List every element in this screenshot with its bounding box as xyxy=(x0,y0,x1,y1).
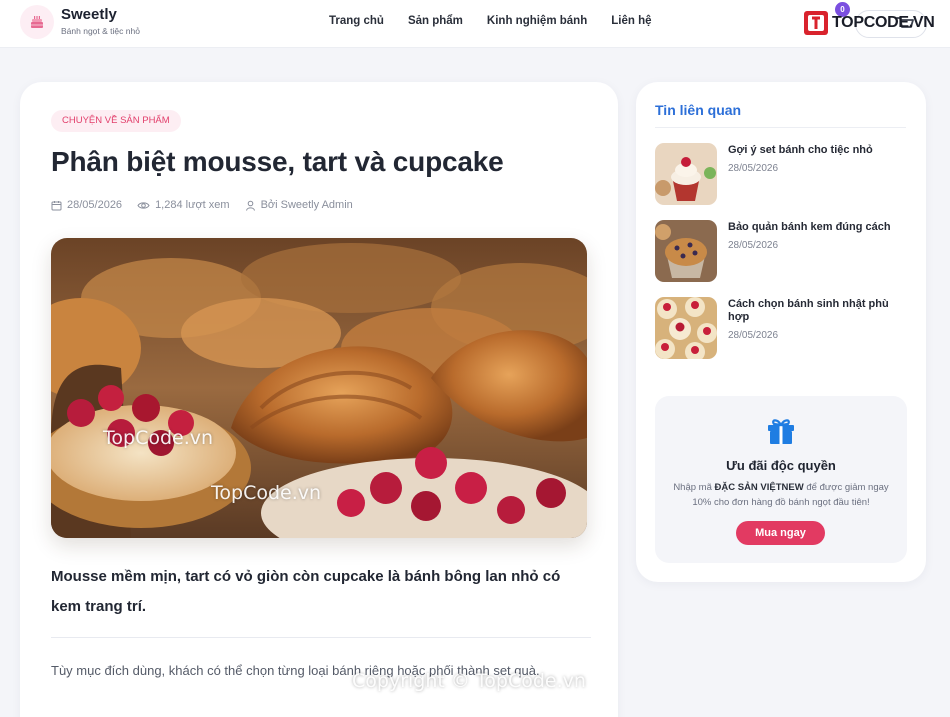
eye-icon xyxy=(137,201,150,209)
brand-tagline: Bánh ngọt & tiệc nhỏ xyxy=(61,26,140,36)
mini-tarts-photo xyxy=(655,297,717,359)
related-item[interactable]: Gợi ý set bánh cho tiệc nhỏ 28/05/2026 xyxy=(655,143,910,205)
related-item[interactable]: Bảo quản bánh kem đúng cách 28/05/2026 xyxy=(655,220,910,282)
sidebar-divider xyxy=(655,127,906,128)
related-item[interactable]: Cách chọn bánh sinh nhật phù hợp 28/05/2… xyxy=(655,297,910,359)
topcode-logo-text: TOPCODE.VN xyxy=(832,14,935,31)
article-body: Tùy mục đích dùng, khách có thể chọn từn… xyxy=(51,663,540,678)
meta-author-text: Bởi Sweetly Admin xyxy=(260,199,353,211)
sidebar-title: Tin liên quan xyxy=(655,102,742,118)
buy-now-button[interactable]: Mua ngay xyxy=(736,521,825,545)
cupcake-photo xyxy=(655,143,717,205)
nav-home[interactable]: Trang chủ xyxy=(329,15,384,27)
sidebar-card: Tin liên quan Gợi ý set bánh cho tiệc nh… xyxy=(636,82,926,582)
related-date: 28/05/2026 xyxy=(728,330,779,341)
related-title[interactable]: Bảo quản bánh kem đúng cách xyxy=(728,221,906,234)
article-meta: 28/05/2026 1,284 lượt xem Bởi Sweetly Ad… xyxy=(51,199,368,211)
article-card: CHUYỆN VỀ SẢN PHẨM Phân biệt mousse, tar… xyxy=(20,82,618,717)
article-title: Phân biệt mousse, tart và cupcake xyxy=(51,146,504,177)
topcode-logo-icon xyxy=(804,11,828,35)
topcode-logo-watermark: TOPCODE.VN xyxy=(803,10,935,36)
meta-date-text: 28/05/2026 xyxy=(67,199,123,211)
related-date: 28/05/2026 xyxy=(728,163,779,174)
article-hero-image xyxy=(51,238,587,538)
brand-name[interactable]: Sweetly xyxy=(61,6,117,23)
promo-text: Nhập mã ĐẶC SẢN VIỆTNEW để được giảm nga… xyxy=(669,480,893,510)
related-title[interactable]: Cách chọn bánh sinh nhật phù hợp xyxy=(728,298,906,324)
muffin-photo xyxy=(655,220,717,282)
promo-text-prefix: Nhập mã xyxy=(673,482,712,493)
promo-code: ĐẶC SẢN VIỆTNEW xyxy=(714,482,804,493)
related-date: 28/05/2026 xyxy=(728,240,779,251)
meta-author: Bởi Sweetly Admin xyxy=(245,199,353,211)
calendar-icon xyxy=(51,200,62,210)
promo-box: Ưu đãi độc quyền Nhập mã ĐẶC SẢN VIỆTNEW… xyxy=(655,396,907,563)
related-title[interactable]: Gợi ý set bánh cho tiệc nhỏ xyxy=(728,144,906,157)
meta-views-text: 1,284 lượt xem xyxy=(155,199,230,211)
related-thumb[interactable] xyxy=(655,220,717,282)
gift-icon xyxy=(765,414,797,451)
related-thumb[interactable] xyxy=(655,143,717,205)
meta-date: 28/05/2026 xyxy=(51,199,122,211)
category-badge[interactable]: CHUYỆN VỀ SẢN PHẨM xyxy=(51,110,181,132)
article-divider xyxy=(51,637,591,638)
user-icon xyxy=(245,200,255,211)
article-lead: Mousse mềm mịn, tart có vỏ giòn còn cupc… xyxy=(51,568,561,615)
pastry-photo xyxy=(51,238,587,538)
cake-icon xyxy=(31,16,43,28)
nav-experience[interactable]: Kinh nghiệm bánh xyxy=(487,15,587,27)
logo[interactable] xyxy=(20,5,54,39)
site-header: Sweetly Bánh ngọt & tiệc nhỏ Trang chủ S… xyxy=(0,0,950,48)
meta-views: 1,284 lượt xem xyxy=(137,199,230,211)
nav-contact[interactable]: Liên hệ xyxy=(611,15,651,27)
related-thumb[interactable] xyxy=(655,297,717,359)
promo-title: Ưu đãi độc quyền xyxy=(726,458,836,473)
main-nav: Trang chủ Sản phẩm Kinh nghiệm bánh Liên… xyxy=(329,15,676,27)
nav-products[interactable]: Sản phẩm xyxy=(408,15,463,27)
